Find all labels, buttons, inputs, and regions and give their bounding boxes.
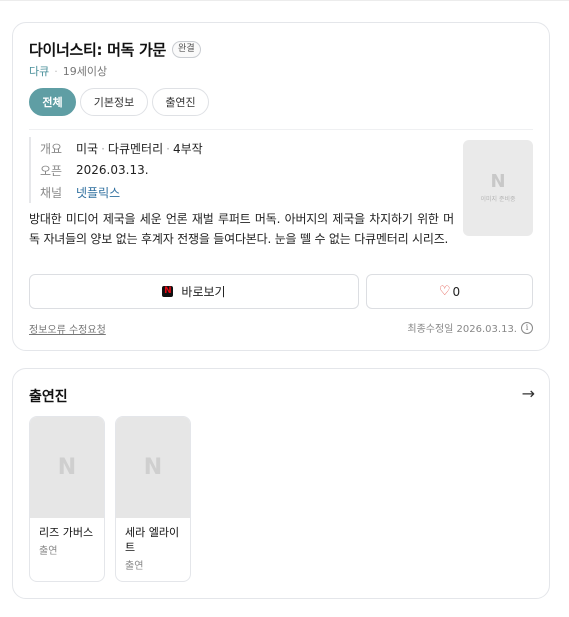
like-button[interactable]: ♡ 0	[366, 274, 533, 309]
info-value-open-date: 2026.03.13.	[76, 163, 149, 177]
cast-member-role: 출연	[125, 561, 144, 572]
cast-card-section: 출연진 → N 리즈 가버스 출연 N 세라 엘라이트 출연	[12, 368, 550, 599]
info-list: 개요 미국 · 다큐멘터리 · 4부작 오픈 2026.03.13. 채널 넷플릭스	[29, 137, 203, 203]
genre-label[interactable]: 다큐	[29, 63, 49, 79]
overview-genre: 다큐멘터리	[107, 141, 164, 156]
title-row: 다이너스티: 머독 가문 완결	[29, 39, 201, 60]
arrow-right-icon[interactable]: →	[522, 385, 535, 403]
heart-icon: ♡	[438, 284, 451, 299]
page-title: 다이너스티: 머독 가문	[29, 41, 167, 59]
like-count: 0	[452, 284, 461, 299]
description-text: 방대한 미디어 제국을 세운 언론 재벌 루퍼트 머독. 아버지의 제국을 차지…	[29, 212, 454, 246]
section-divider	[29, 129, 533, 130]
meta-row: 다큐 · 19세이상	[29, 63, 107, 79]
cast-member-card[interactable]: N 리즈 가버스 출연	[29, 416, 105, 582]
age-rating: 19세이상	[62, 65, 108, 78]
cast-member-name: 세라 엘라이트	[125, 526, 180, 554]
tab-all[interactable]: 전체	[29, 88, 76, 116]
cast-member-role: 출연	[39, 546, 58, 557]
cast-section-title: 출연진	[29, 389, 68, 405]
poster-image[interactable]: N 이미지 준비중	[463, 140, 533, 236]
last-updated-text: 최종수정일 2026.03.13.	[407, 324, 517, 335]
info-key-channel: 채널	[40, 185, 63, 200]
cast-photo-logo-icon: N	[57, 455, 77, 480]
info-value-overview: 미국 · 다큐멘터리 · 4부작	[76, 141, 203, 156]
separator-dot: ·	[54, 64, 58, 78]
top-divider	[0, 0, 569, 1]
watch-now-button[interactable]: N 바로보기	[29, 274, 359, 309]
netflix-icon: N	[162, 286, 174, 297]
watch-now-label: 바로보기	[181, 285, 226, 299]
poster-placeholder-text: 이미지 준비중	[480, 196, 516, 203]
cast-photo-logo-icon: N	[143, 455, 163, 480]
cast-photo-placeholder: N	[30, 417, 104, 518]
last-updated: 최종수정일 2026.03.13. i	[407, 320, 533, 335]
info-card: 다이너스티: 머독 가문 완결 다큐 · 19세이상 전체 기본정보 출연진 개…	[12, 22, 550, 351]
status-badge: 완결	[172, 41, 201, 58]
tab-cast[interactable]: 출연진	[152, 88, 209, 116]
channel-link[interactable]: 넷플릭스	[76, 184, 120, 201]
info-icon[interactable]: i	[521, 321, 533, 334]
info-row-overview: 개요 미국 · 다큐멘터리 · 4부작	[40, 137, 203, 159]
poster-logo-icon: N	[490, 171, 506, 192]
info-key-open: 오픈	[40, 163, 63, 178]
cast-photo-placeholder: N	[116, 417, 190, 518]
tab-basic-info[interactable]: 기본정보	[80, 88, 148, 116]
info-row-open: 오픈 2026.03.13.	[40, 159, 203, 181]
info-row-channel: 채널 넷플릭스	[40, 181, 203, 203]
info-key-overview: 개요	[40, 141, 63, 156]
report-error-link[interactable]: 정보오류 수정요청	[29, 321, 106, 336]
overview-episodes: 4부작	[172, 141, 203, 156]
cast-member-card[interactable]: N 세라 엘라이트 출연	[115, 416, 191, 582]
overview-country: 미국	[76, 141, 99, 156]
tab-bar: 전체 기본정보 출연진	[29, 88, 209, 116]
cast-member-name: 리즈 가버스	[39, 526, 94, 539]
